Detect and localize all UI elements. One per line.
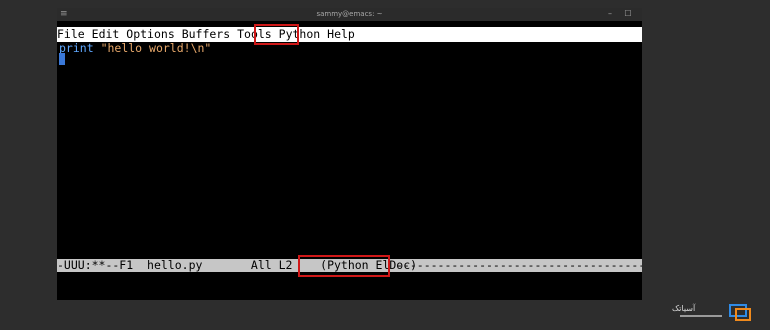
menu-edit[interactable]: Edit <box>92 27 120 42</box>
menu-help[interactable]: Help <box>327 27 355 42</box>
menu-buffers[interactable]: Buffers <box>182 27 230 42</box>
menu-bar: File Edit Options Buffers Tools Python H… <box>57 27 642 42</box>
modeline-status: -UUU:**--F1 <box>57 259 134 272</box>
menu-options[interactable]: Options <box>126 27 174 42</box>
emacs-window: ≡ sammy@emacs: ~ – ☐ File Edit Options B… <box>57 8 642 300</box>
minimize-button[interactable]: – <box>602 8 618 21</box>
text-cursor <box>59 53 65 65</box>
modes-highlight <box>298 255 390 277</box>
asiatech-logo: آسیاتک <box>672 300 762 326</box>
title-bar: ≡ sammy@emacs: ~ – ☐ <box>57 8 642 21</box>
python-menu-highlight <box>254 24 299 45</box>
modeline-position: All L2 <box>250 259 293 272</box>
buffer-line-1[interactable]: print "hello world!\n" <box>59 42 211 54</box>
modeline-filename: hello.py <box>147 259 203 272</box>
modeline-dashes: ----------------------------------------… <box>396 259 642 272</box>
window-title: sammy@emacs: ~ <box>316 10 383 18</box>
code-string: "hello world!\n" <box>100 41 212 55</box>
logo-icon <box>680 304 751 321</box>
maximize-button[interactable]: ☐ <box>620 8 636 21</box>
menu-file[interactable]: File <box>57 27 85 42</box>
